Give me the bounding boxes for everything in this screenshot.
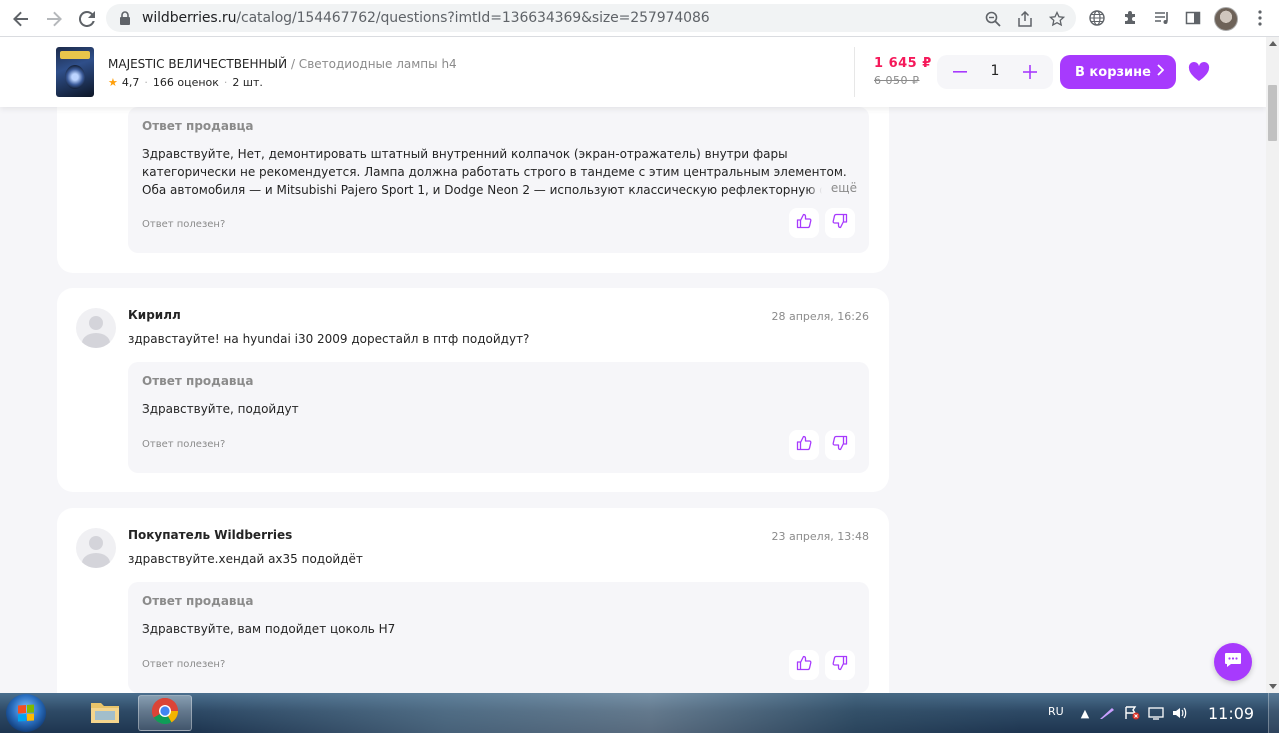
quantity-stepper: 1 (937, 55, 1053, 89)
seller-answer-text: Здравствуйте, Нет, демонтировать штатный… (142, 147, 847, 197)
media-playlist-icon[interactable] (1152, 8, 1172, 28)
chat-bubble-icon (1224, 652, 1242, 672)
seller-answer-text: Здравствуйте, вам подойдет цоколь H7 (142, 622, 396, 636)
product-name[interactable]: MAJESTIC ВЕЛИЧЕСТВЕННЫЙ (108, 57, 287, 71)
forward-icon[interactable] (41, 6, 67, 32)
share-icon[interactable] (1016, 10, 1034, 28)
question-text: здравствуйте.хендай ах35 подойдёт (128, 552, 363, 566)
action-center-flag-icon[interactable] (1124, 706, 1140, 720)
globe-extension-icon[interactable] (1087, 8, 1107, 28)
product-pack-count: 2 шт. (232, 76, 263, 89)
back-icon[interactable] (8, 6, 34, 32)
page-scrollbar[interactable] (1266, 37, 1279, 693)
helpful-question: Ответ полезен? (142, 659, 226, 670)
lock-icon[interactable] (118, 10, 132, 26)
explorer-taskbar-button[interactable] (78, 695, 132, 731)
extensions-puzzle-icon[interactable] (1120, 8, 1140, 28)
thumbs-down-button[interactable] (825, 208, 855, 238)
show-hidden-icons-icon[interactable]: ▲ (1077, 706, 1093, 720)
network-icon[interactable] (1148, 706, 1164, 720)
header-divider (854, 47, 855, 97)
zoom-icon[interactable] (984, 10, 1002, 28)
browser-toolbar: wildberries.ru/catalog/154467762/questio… (0, 0, 1279, 37)
product-thumbnail[interactable] (56, 47, 94, 97)
profile-avatar[interactable] (1214, 7, 1238, 31)
product-category: / Светодиодные лампы h4 (290, 57, 457, 71)
chrome-icon (150, 696, 180, 730)
seller-answer-label: Ответ продавца (142, 119, 254, 133)
address-bar[interactable]: wildberries.ru/catalog/154467762/questio… (106, 4, 1076, 32)
chat-button[interactable] (1214, 643, 1252, 681)
old-price: 6 050 ₽ (874, 74, 920, 87)
product-title[interactable]: MAJESTIC ВЕЛИЧЕСТВЕННЫЙ / Светодиодные л… (108, 57, 457, 71)
seller-answer-label: Ответ продавца (142, 374, 254, 388)
question-author: Кирилл (128, 308, 181, 322)
taskbar-wallpaper (200, 693, 1020, 733)
menu-dots-icon[interactable] (1250, 8, 1270, 28)
bookmark-star-icon[interactable] (1048, 10, 1066, 28)
quantity-value[interactable]: 1 (977, 63, 1013, 79)
seller-answer: Ответ продавца Здравствуйте, Нет, демонт… (128, 107, 869, 253)
question-card: Кирилл 28 апреля, 16:26 здравстауйте! на… (57, 288, 889, 492)
product-reviews-count[interactable]: 166 оценок (153, 76, 219, 89)
thumbs-down-icon (832, 213, 848, 233)
thumbs-up-icon (796, 213, 812, 233)
chrome-taskbar-button[interactable] (138, 695, 192, 731)
chevron-right-icon (1157, 64, 1165, 80)
user-avatar-icon (76, 528, 116, 568)
product-meta: ★ 4,7 · 166 оценок · 2 шт. (108, 76, 263, 89)
folder-icon (89, 697, 121, 729)
thumbs-down-icon (832, 655, 848, 675)
url-text[interactable]: wildberries.ru/catalog/154467762/questio… (142, 10, 710, 26)
clock-time[interactable]: 11:09 (1208, 704, 1254, 723)
question-text: здравстауйте! на hyundai i30 2009 дорест… (128, 332, 530, 346)
thumbs-up-button[interactable] (789, 650, 819, 680)
seller-answer: Ответ продавца Здравствуйте, подойдут От… (128, 362, 869, 473)
meta-separator: · (144, 76, 148, 89)
current-price: 1 645 ₽ (874, 56, 932, 71)
favorite-heart-icon[interactable] (1188, 62, 1210, 82)
windows-logo-icon (18, 704, 34, 722)
thumbs-up-icon (796, 655, 812, 675)
thumbs-up-icon (796, 435, 812, 455)
thumbs-up-button[interactable] (789, 208, 819, 238)
seller-answer-label: Ответ продавца (142, 594, 254, 608)
language-indicator[interactable]: RU (1048, 705, 1064, 718)
scrollbar-thumb[interactable] (1268, 85, 1277, 141)
start-button[interactable] (6, 694, 46, 732)
show-more-link[interactable]: ещё (806, 181, 857, 195)
meta-separator: · (223, 76, 228, 89)
product-rating: 4,7 (121, 76, 140, 89)
in-cart-button[interactable]: В корзине (1060, 55, 1176, 89)
thumbs-down-button[interactable] (825, 430, 855, 460)
scroll-up-arrow-icon[interactable] (1269, 41, 1277, 46)
rating-star-icon: ★ (108, 76, 118, 89)
in-cart-label: В корзине (1075, 64, 1151, 80)
show-desktop-button[interactable] (1268, 693, 1279, 733)
helpful-question: Ответ полезен? (142, 439, 226, 450)
reload-icon[interactable] (74, 6, 100, 32)
pen-tray-icon[interactable] (1099, 706, 1115, 720)
helpful-question: Ответ полезен? (142, 219, 226, 230)
question-date: 23 апреля, 13:48 (771, 530, 869, 543)
side-panel-icon[interactable] (1183, 8, 1203, 28)
question-author: Покупатель Wildberries (128, 528, 293, 542)
thumbs-up-button[interactable] (789, 430, 819, 460)
page-viewport: MAJESTIC ВЕЛИЧЕСТВЕННЫЙ / Светодиодные л… (0, 37, 1266, 693)
volume-icon[interactable] (1172, 706, 1188, 720)
thumbs-down-icon (832, 435, 848, 455)
scroll-down-arrow-icon[interactable] (1269, 684, 1277, 689)
windows-taskbar: RU ▲ 11:09 (0, 693, 1279, 733)
quantity-increase-button[interactable] (1013, 55, 1047, 89)
quantity-decrease-button[interactable] (943, 55, 977, 89)
seller-answer-text: Здравствуйте, подойдут (142, 402, 299, 416)
question-card: Покупатель Wildberries 23 апреля, 13:48 … (57, 508, 889, 693)
product-sticky-header: MAJESTIC ВЕЛИЧЕСТВЕННЫЙ / Светодиодные л… (0, 37, 1266, 107)
question-date: 28 апреля, 16:26 (771, 310, 869, 323)
thumbs-down-button[interactable] (825, 650, 855, 680)
user-avatar-icon (76, 308, 116, 348)
seller-answer: Ответ продавца Здравствуйте, вам подойде… (128, 582, 869, 693)
